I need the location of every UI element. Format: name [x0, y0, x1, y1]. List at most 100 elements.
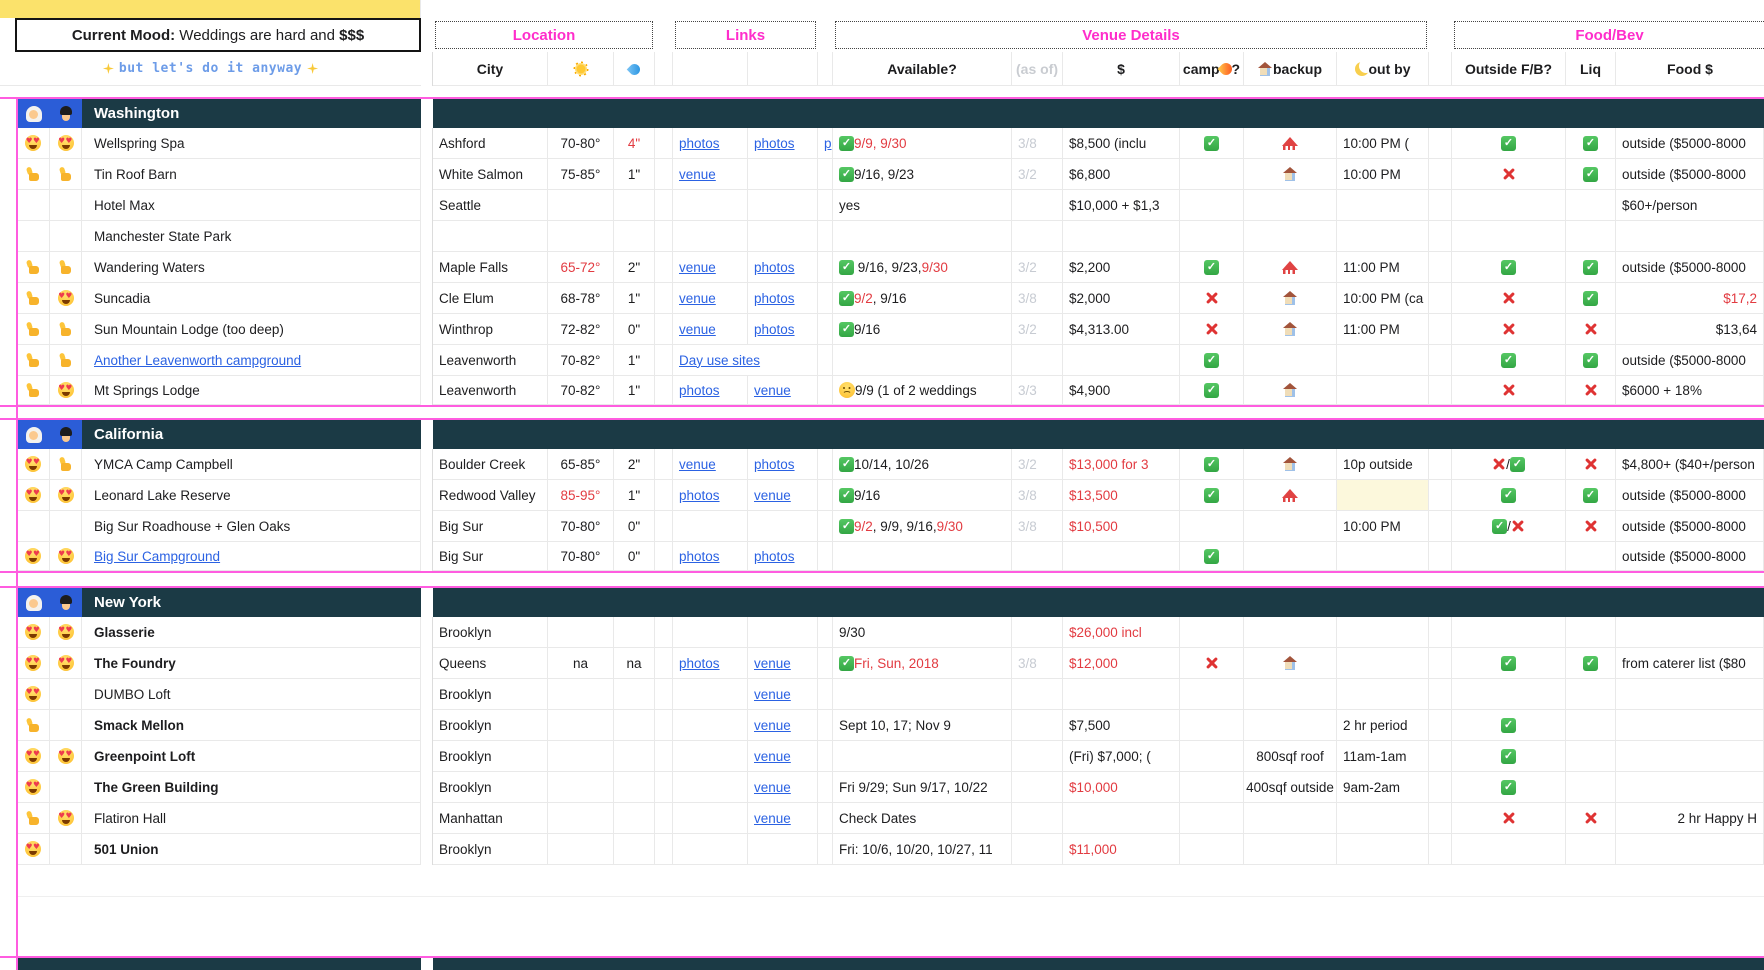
cell-food[interactable]: outside ($5000-8000	[1616, 542, 1764, 571]
column-header-backup[interactable]: backup	[1244, 52, 1337, 86]
link[interactable]: venue	[679, 167, 716, 182]
cell-outside_fb[interactable]	[1452, 480, 1566, 511]
cell-as_of[interactable]	[1012, 617, 1063, 648]
cell-link1[interactable]	[673, 772, 748, 803]
cell-city[interactable]: Seattle	[433, 190, 548, 221]
link[interactable]: photos	[754, 260, 795, 275]
cell-backup[interactable]	[1244, 617, 1337, 648]
cell-available[interactable]: 9/9, 9/30	[833, 128, 1012, 159]
cell-liq[interactable]	[1566, 159, 1616, 190]
cell-liq[interactable]	[1566, 128, 1616, 159]
cell-available[interactable]: Check Dates	[833, 803, 1012, 834]
cell-food[interactable]	[1616, 221, 1764, 252]
cell-out_by[interactable]: 10:00 PM	[1337, 511, 1429, 542]
cell-camp[interactable]	[1180, 617, 1244, 648]
cell-link1[interactable]	[673, 803, 748, 834]
cell-r2[interactable]	[50, 511, 82, 542]
cell-liq[interactable]	[1566, 772, 1616, 803]
cell-sun[interactable]	[548, 617, 614, 648]
cell-link3[interactable]	[818, 834, 833, 865]
cell-r2[interactable]	[50, 449, 82, 480]
cell-name[interactable]: The Foundry	[82, 648, 421, 679]
cell-as_of[interactable]	[1012, 834, 1063, 865]
cell-link2[interactable]	[748, 617, 818, 648]
column-header-camp[interactable]: camp?	[1180, 52, 1244, 86]
cell-price[interactable]: $7,500	[1063, 710, 1180, 741]
cell-outside_fb[interactable]	[1452, 542, 1566, 571]
cell-available[interactable]: Fri 9/29; Sun 9/17, 10/22	[833, 772, 1012, 803]
cell-link2[interactable]: photos	[748, 449, 818, 480]
cell-city[interactable]: Winthrop	[433, 314, 548, 345]
cell-link1[interactable]	[673, 834, 748, 865]
cell-r1[interactable]	[17, 803, 50, 834]
cell-r1[interactable]	[17, 128, 50, 159]
cell-rain[interactable]	[614, 834, 655, 865]
cell-r1[interactable]	[17, 648, 50, 679]
cell-link3[interactable]	[818, 772, 833, 803]
cell-out_by[interactable]	[1337, 648, 1429, 679]
group-header-venue-details[interactable]: Venue Details	[835, 21, 1427, 49]
cell-out_by[interactable]: 10:00 PM	[1337, 159, 1429, 190]
cell-out_by[interactable]	[1337, 190, 1429, 221]
section-bar-new-york[interactable]: New York	[0, 586, 1764, 617]
link[interactable]: venue	[754, 488, 791, 503]
cell-link2[interactable]: venue	[748, 648, 818, 679]
cell-rain[interactable]	[614, 741, 655, 772]
cell-name[interactable]: Tin Roof Barn	[82, 159, 421, 190]
cell-city[interactable]: Queens	[433, 648, 548, 679]
cell-city[interactable]: Maple Falls	[433, 252, 548, 283]
link[interactable]: venue	[679, 457, 716, 472]
cell-outside_fb[interactable]	[1452, 741, 1566, 772]
cell-food[interactable]: from caterer list ($80	[1616, 648, 1764, 679]
cell-link1[interactable]	[673, 710, 748, 741]
cell-r1[interactable]	[17, 542, 50, 571]
cell-available[interactable]: 9/30	[833, 617, 1012, 648]
cell-sun[interactable]: 65-72°	[548, 252, 614, 283]
cell-food[interactable]: $6000 + 18%	[1616, 376, 1764, 405]
cell-food[interactable]: $60+/person	[1616, 190, 1764, 221]
cell-available[interactable]: 9/9 (1 of 2 weddings	[833, 376, 1012, 405]
cell-r2[interactable]	[50, 480, 82, 511]
link[interactable]: venue	[754, 656, 791, 671]
cell-link3[interactable]	[818, 376, 833, 405]
cell-link2[interactable]	[748, 834, 818, 865]
section-emoji-cell[interactable]	[17, 420, 50, 449]
section-emoji-cell[interactable]	[17, 588, 50, 617]
cell-food[interactable]	[1616, 617, 1764, 648]
cell-link2[interactable]: venue	[748, 741, 818, 772]
cell-backup[interactable]	[1244, 511, 1337, 542]
link[interactable]: photos	[754, 291, 795, 306]
cell-rain[interactable]: 4"	[614, 128, 655, 159]
cell-link1[interactable]: venue	[673, 252, 748, 283]
cell-available[interactable]	[833, 679, 1012, 710]
cell-r1[interactable]	[17, 772, 50, 803]
link[interactable]: photos	[679, 488, 720, 503]
cell-available[interactable]: 9/16, 9/23, 9/30	[833, 252, 1012, 283]
cell-sun[interactable]	[548, 679, 614, 710]
cell-camp[interactable]	[1180, 710, 1244, 741]
cell-link2[interactable]: venue	[748, 772, 818, 803]
cell-link2[interactable]: venue	[748, 710, 818, 741]
cell-link2[interactable]	[748, 159, 818, 190]
cell-link1[interactable]: photos	[673, 480, 748, 511]
cell-city[interactable]: Brooklyn	[433, 679, 548, 710]
link[interactable]: venue	[754, 749, 791, 764]
cell-link1[interactable]: Day use sites	[673, 345, 818, 376]
cell-price[interactable]: $2,200	[1063, 252, 1180, 283]
cell-as_of[interactable]: 3/2	[1012, 314, 1063, 345]
cell-out_by[interactable]: 10:00 PM (	[1337, 128, 1429, 159]
cell-r1[interactable]	[17, 190, 50, 221]
cell-rain[interactable]	[614, 190, 655, 221]
cell-name[interactable]: Sun Mountain Lodge (too deep)	[82, 314, 421, 345]
cell-price[interactable]	[1063, 803, 1180, 834]
cell-sun[interactable]	[548, 221, 614, 252]
cell-out_by[interactable]	[1337, 221, 1429, 252]
cell-r1[interactable]	[17, 741, 50, 772]
cell-link1[interactable]: photos	[673, 648, 748, 679]
cell-r2[interactable]	[50, 617, 82, 648]
cell-camp[interactable]	[1180, 480, 1244, 511]
section-bar-washington[interactable]: Washington	[0, 97, 1764, 128]
cell-city[interactable]: Brooklyn	[433, 772, 548, 803]
cell-available[interactable]	[833, 221, 1012, 252]
cell-food[interactable]: outside ($5000-8000	[1616, 128, 1764, 159]
